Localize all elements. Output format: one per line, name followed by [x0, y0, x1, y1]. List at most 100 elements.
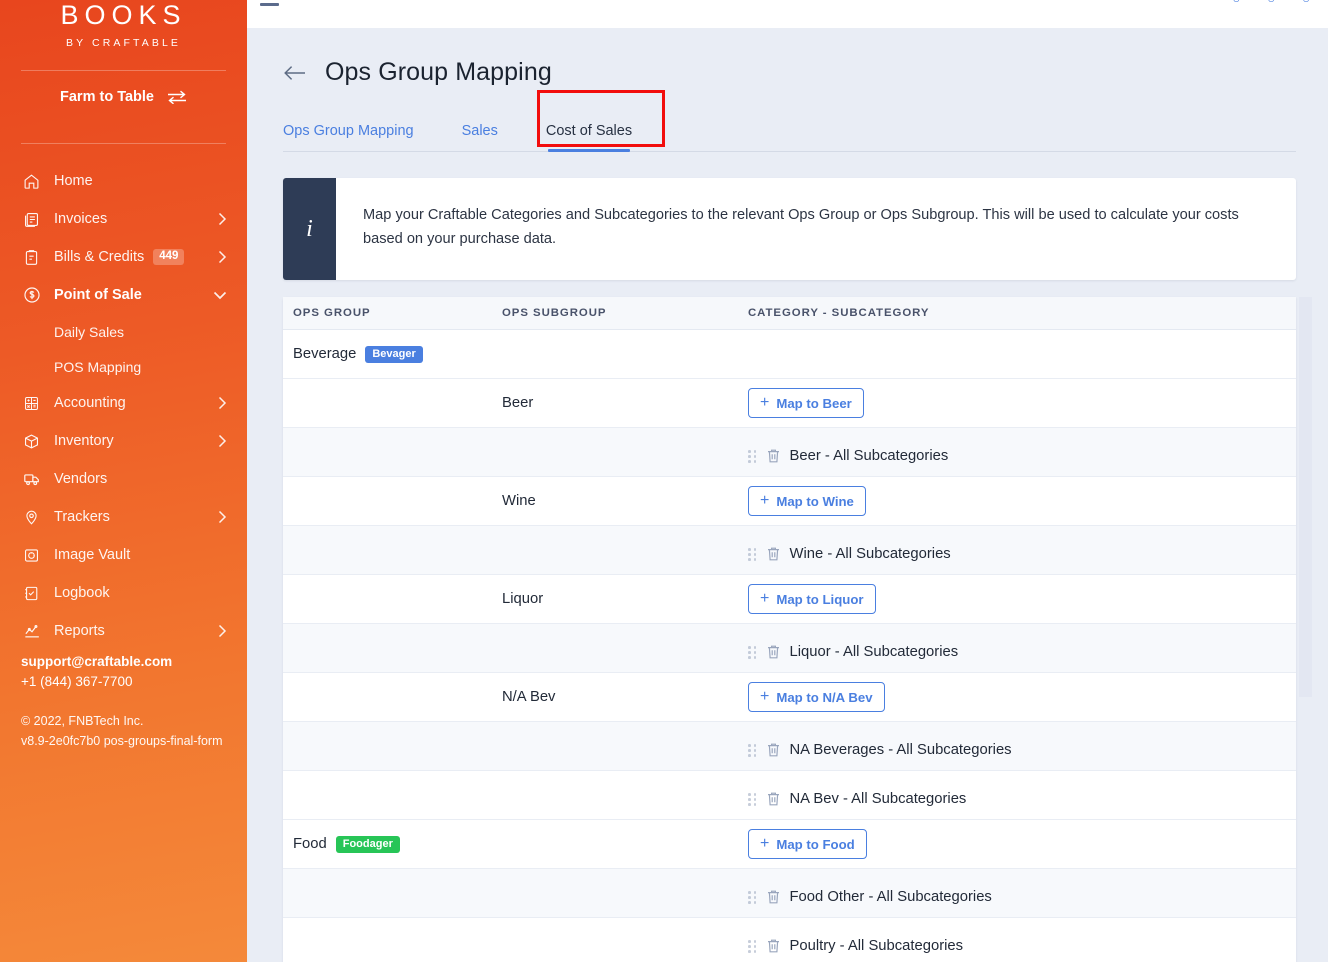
drag-handle-icon[interactable]: [748, 646, 757, 659]
topbar-account-icon[interactable]: ○: [1302, 0, 1310, 6]
sidebar-item-pos-mapping[interactable]: POS Mapping: [0, 349, 247, 384]
sidebar-item-trackers[interactable]: Trackers: [0, 498, 247, 536]
integration-badge: Foodager: [336, 836, 400, 853]
sidebar-item-label: Accounting: [54, 395, 126, 411]
sidebar-item-daily-sales[interactable]: Daily Sales: [0, 314, 247, 349]
info-banner: i Map your Craftable Categories and Subc…: [283, 178, 1296, 280]
cell-category-subcategory: +Map to Wine: [748, 486, 1296, 516]
mapped-category-row: Beer - All Subcategories: [748, 448, 948, 464]
table-row: FoodFoodager +Map to Food: [283, 820, 1296, 869]
back-arrow-icon[interactable]: [283, 61, 307, 85]
map-to-button[interactable]: +Map to Food: [748, 829, 867, 859]
drag-handle-icon[interactable]: [748, 548, 757, 561]
page-title: Ops Group Mapping: [325, 58, 552, 87]
trash-icon[interactable]: [766, 644, 781, 660]
cell-ops-group: BeverageBevager: [283, 345, 502, 363]
table-row: BeverageBevager: [283, 330, 1296, 379]
table-row: Liquor - All Subcategories: [283, 624, 1296, 673]
trash-icon[interactable]: [766, 448, 781, 464]
table-body: BeverageBevagerBeer+Map to BeerBeer - Al…: [283, 330, 1296, 962]
hamburger-menu-icon[interactable]: [260, 0, 279, 5]
topbar-search-icon[interactable]: ○: [1232, 0, 1240, 6]
home-icon: [21, 171, 42, 192]
trash-icon[interactable]: [766, 889, 781, 905]
mapped-category-row: Liquor - All Subcategories: [748, 644, 958, 660]
sidebar-item-bills-credits[interactable]: Bills & Credits 449: [0, 238, 247, 276]
venue-switcher[interactable]: Farm to Table: [0, 71, 247, 122]
trash-icon[interactable]: [766, 742, 781, 758]
drag-handle-icon[interactable]: [748, 744, 757, 757]
cell-ops-subgroup: Beer: [502, 394, 748, 412]
mapped-category-label: Poultry - All Subcategories: [790, 938, 964, 954]
cell-category-subcategory: + Map to N/A Bev: [748, 682, 1296, 712]
sidebar-item-label: Point of Sale: [54, 287, 142, 303]
map-to-button[interactable]: + Map to N/A Bev: [748, 682, 885, 712]
ops-group-name: FoodFoodager: [293, 836, 400, 853]
table-row: NA Bev - All Subcategories: [283, 771, 1296, 820]
mapped-category-label: Wine - All Subcategories: [790, 546, 951, 562]
page-content: Ops Group Mapping Ops Group Mapping Sale…: [247, 28, 1328, 962]
mapped-category-row: NA Beverages - All Subcategories: [748, 742, 1012, 758]
sidebar-support: support@craftable.com +1 (844) 367-7700: [21, 652, 172, 692]
sidebar-item-home[interactable]: Home: [0, 162, 247, 200]
map-to-button[interactable]: +Map to Beer: [748, 388, 864, 418]
cell-ops-group: FoodFoodager: [283, 835, 502, 853]
map-button-label: Map to Beer: [776, 396, 851, 411]
drag-handle-icon[interactable]: [748, 891, 757, 904]
integration-badge: Bevager: [365, 346, 422, 363]
plus-icon: +: [760, 591, 769, 607]
sidebar-item-inventory[interactable]: Inventory: [0, 422, 247, 460]
mapped-category-row: Food Other - All Subcategories: [748, 889, 992, 905]
sidebar-item-accounting[interactable]: Accounting: [0, 384, 247, 422]
table-scrollbar[interactable]: [1299, 297, 1312, 697]
support-email[interactable]: support@craftable.com: [21, 652, 172, 672]
trash-icon[interactable]: [766, 791, 781, 807]
bills-icon: [21, 247, 42, 268]
cell-category-subcategory: Poultry - All Subcategories: [748, 930, 1296, 955]
map-to-button[interactable]: +Map to Liquor: [748, 584, 876, 614]
venue-label: Farm to Table: [60, 89, 154, 105]
cell-category-subcategory: Wine - All Subcategories: [748, 538, 1296, 563]
sidebar-item-label: Home: [54, 173, 93, 189]
sidebar-item-image-vault[interactable]: Image Vault: [0, 536, 247, 574]
map-to-button[interactable]: +Map to Wine: [748, 486, 866, 516]
ops-subgroup-name: N/A Bev: [502, 689, 555, 705]
drag-handle-icon[interactable]: [748, 793, 757, 806]
mapped-category-row: Wine - All Subcategories: [748, 546, 951, 562]
table-row: NA Beverages - All Subcategories: [283, 722, 1296, 771]
drag-handle-icon[interactable]: [748, 450, 757, 463]
mapped-category-label: Beer - All Subcategories: [790, 448, 949, 464]
trash-icon[interactable]: [766, 546, 781, 562]
invoices-icon: [21, 209, 42, 230]
cell-ops-subgroup: N/A Bev: [502, 688, 748, 706]
brand-logo[interactable]: BOOKS BY CRAFTABLE: [0, 0, 247, 49]
topbar: ○ ○ ○: [247, 0, 1328, 28]
map-button-label: Map to N/A Bev: [776, 690, 872, 705]
ops-subgroup-name: Wine: [502, 493, 536, 509]
sidebar-item-logbook[interactable]: Logbook: [0, 574, 247, 612]
tab-sales[interactable]: Sales: [462, 123, 498, 151]
plus-icon: +: [760, 689, 769, 705]
sidebar-item-label: Trackers: [54, 509, 110, 525]
topbar-help-icon[interactable]: ○: [1267, 0, 1275, 6]
truck-icon: [21, 469, 42, 490]
tab-ops-group-mapping[interactable]: Ops Group Mapping: [283, 123, 414, 151]
topbar-actions: ○ ○ ○: [1232, 0, 1310, 6]
cell-category-subcategory: +Map to Beer: [748, 388, 1296, 418]
chevron-down-icon: [213, 291, 227, 300]
drag-handle-icon[interactable]: [748, 940, 757, 953]
column-header-category-subcategory: CATEGORY - SUBCATEGORY: [748, 307, 1296, 319]
sidebar-item-reports[interactable]: Reports: [0, 612, 247, 650]
sidebar-item-point-of-sale[interactable]: Point of Sale: [0, 276, 247, 314]
trash-icon[interactable]: [766, 938, 781, 954]
chevron-right-icon: [218, 434, 227, 448]
tab-cost-of-sales[interactable]: Cost of Sales: [546, 123, 632, 151]
sidebar-nav: Home Invoices Bills & Credits 449: [0, 162, 247, 650]
sidebar-item-invoices[interactable]: Invoices: [0, 200, 247, 238]
cell-category-subcategory: NA Beverages - All Subcategories: [748, 734, 1296, 759]
cell-category-subcategory: Liquor - All Subcategories: [748, 636, 1296, 661]
sidebar-item-label: Reports: [54, 623, 105, 639]
mapped-category-label: Liquor - All Subcategories: [790, 644, 959, 660]
sidebar-item-vendors[interactable]: Vendors: [0, 460, 247, 498]
column-header-ops-subgroup: OPS SUBGROUP: [502, 307, 748, 319]
